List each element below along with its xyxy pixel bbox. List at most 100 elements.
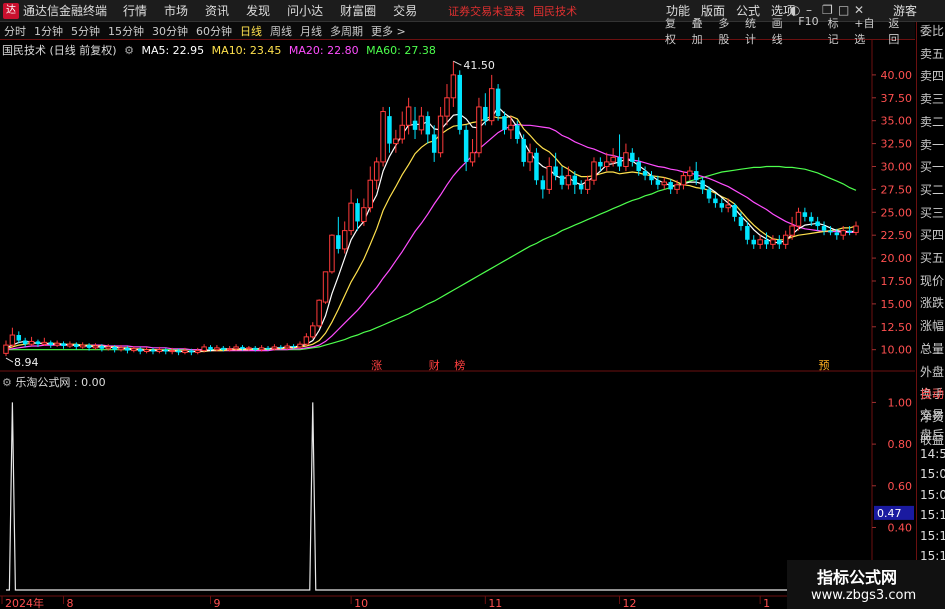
candle-body — [642, 171, 648, 176]
chart-canvas[interactable]: 10.00 12.50 15.00 17.50 20.00 22.50 25.00 27.50… — [0, 0, 915, 609]
settings-icon[interactable]: ⚙ — [124, 44, 134, 57]
candle-body — [668, 182, 673, 190]
side-panel-item[interactable]: 交易 — [920, 406, 944, 423]
price-tick-label: 15.00 — [881, 298, 913, 311]
side-panel-item[interactable]: 卖五 — [920, 45, 944, 62]
ma60-path — [6, 165, 857, 351]
annotations: 41.50 8.94 涨 财榜 预 — [5, 59, 831, 372]
ma20-label: MA20: 22.80 — [288, 44, 359, 57]
candle-body — [546, 165, 552, 190]
month-label: 10 — [354, 597, 368, 609]
candle-body — [258, 347, 265, 351]
side-panel-item[interactable]: 15:00 — [920, 467, 945, 481]
candle-body — [253, 347, 258, 350]
sub-tick-label: 0.60 — [888, 480, 913, 493]
side-panel-item[interactable]: 买四 — [920, 226, 944, 243]
candle-body — [572, 175, 578, 185]
candle-body — [131, 348, 137, 352]
side-panel-item[interactable]: 卖四 — [920, 67, 944, 84]
candle-body — [713, 198, 718, 204]
side-panel-item[interactable]: 15:07 — [920, 488, 945, 502]
candle-body — [578, 184, 584, 190]
candle-body — [527, 152, 533, 163]
side-panel-item[interactable]: 自动 — [920, 385, 944, 402]
candle-body — [661, 181, 668, 186]
side-panel-item[interactable]: 外盘 — [920, 363, 944, 380]
side-panel-item[interactable]: 买二 — [920, 181, 944, 198]
ma20-line — [5, 123, 856, 352]
candle-body — [348, 202, 354, 232]
candle-body — [649, 175, 654, 181]
candle-body — [815, 221, 820, 227]
candle-body — [802, 212, 808, 217]
candle-body — [591, 161, 597, 181]
candle-body — [732, 204, 737, 217]
side-panel-item[interactable]: 买一 — [920, 158, 944, 175]
price-tick-label: 17.50 — [881, 275, 913, 288]
candle-body — [226, 348, 233, 351]
side-panel-item[interactable]: 现价 — [920, 272, 944, 289]
ma20-path — [5, 123, 856, 352]
formula-line — [6, 402, 856, 591]
candle-body — [617, 157, 622, 167]
candle-body — [540, 180, 546, 190]
side-panel-item[interactable]: 买三 — [920, 204, 944, 221]
sub-tick-label: 1.00 — [888, 396, 913, 409]
candle-body — [246, 347, 252, 350]
candle-body — [405, 106, 412, 126]
candle-body — [74, 344, 79, 347]
candle-body — [719, 203, 725, 208]
candle-body — [221, 347, 226, 350]
candle-body — [521, 139, 526, 162]
candle-body — [169, 350, 175, 353]
side-panel-item[interactable]: 涨幅 — [920, 317, 944, 334]
side-panel-item[interactable]: 委比 — [920, 22, 944, 39]
sub-tick-label: 0.80 — [888, 438, 913, 451]
ma10-line — [5, 115, 857, 353]
side-panel-item[interactable]: 15:12 — [920, 508, 945, 522]
ma5-label: MA5: 22.95 — [141, 44, 205, 57]
sub-settings-icon[interactable]: ⚙ — [2, 376, 12, 389]
candle-body — [182, 350, 188, 353]
candle-body — [738, 216, 744, 227]
candle-body — [789, 225, 795, 236]
candle-body — [393, 138, 399, 145]
side-panel-item[interactable]: 盘后 — [920, 426, 944, 443]
side-panel-item[interactable]: 卖一 — [920, 136, 944, 153]
candle-body — [291, 346, 296, 348]
side-panel-item[interactable]: 卖三 — [920, 90, 944, 107]
candle-body — [355, 203, 360, 222]
candle-body — [361, 207, 367, 222]
site-watermark: 指标公式网 www.zbgs3.com — [787, 560, 945, 609]
candle-body — [795, 211, 802, 227]
candle-body — [22, 340, 28, 345]
high-pointer — [453, 60, 462, 66]
candle-body — [399, 124, 405, 140]
side-panel-item[interactable]: 总量 — [920, 340, 944, 357]
candle-body — [105, 346, 111, 350]
side-panel-item[interactable]: 涨跌 — [920, 294, 944, 311]
sub-formula-label: 乐淘公式网 : 0.00 — [15, 376, 106, 389]
side-panel-item[interactable]: 14:57 — [920, 447, 945, 461]
side-panel-item[interactable]: 卖二 — [920, 113, 944, 130]
candle-body — [700, 180, 705, 190]
candle-body — [809, 216, 814, 222]
low-label: 8.94 — [14, 356, 39, 369]
candle-body — [584, 179, 591, 190]
price-tick-label: 12.50 — [881, 321, 913, 334]
candle-body — [764, 239, 769, 245]
candle-body — [412, 120, 418, 130]
price-tick-label: 40.00 — [881, 69, 913, 82]
ma10-path — [5, 115, 857, 353]
candle-body — [425, 116, 431, 135]
candle-body — [725, 204, 731, 209]
candle-body — [565, 175, 572, 186]
candle-body — [112, 346, 117, 350]
candle-body — [437, 115, 444, 154]
candle-body — [469, 152, 476, 163]
side-panel-item[interactable]: 买五 — [920, 249, 944, 266]
candle-body — [367, 179, 374, 209]
stock-title[interactable]: 国民技术 (日线 前复权) — [2, 44, 117, 57]
side-panel-item[interactable]: 15:13 — [920, 529, 945, 543]
candle-body — [48, 342, 53, 346]
